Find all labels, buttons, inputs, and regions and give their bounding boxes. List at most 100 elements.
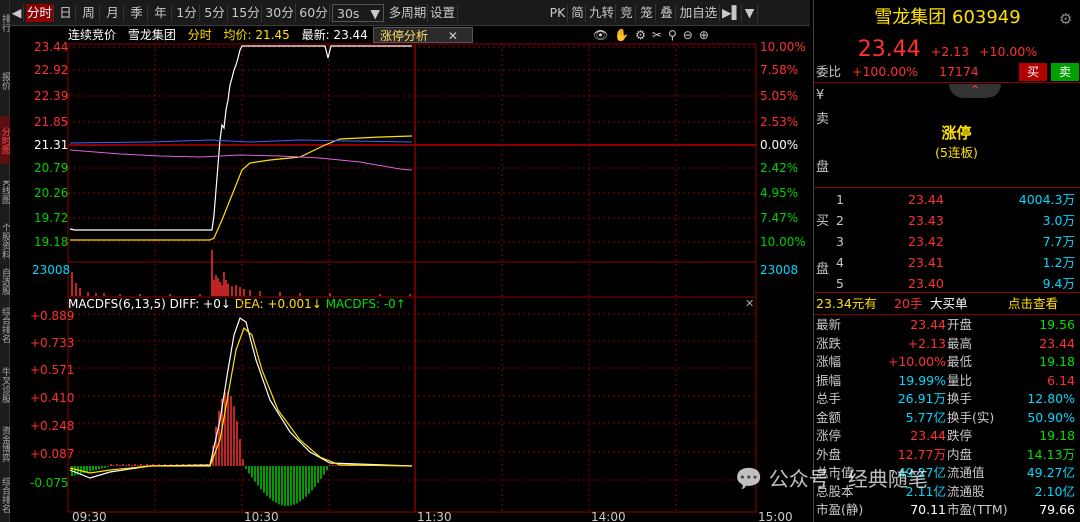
stat-row: 涨幅 +10.00% 最低 19.18 — [814, 353, 1080, 371]
stat-row: 最新 23.44 开盘 19.56 — [814, 316, 1080, 334]
macd-axis-label: +0.571 — [30, 363, 74, 377]
stat-row: 金额 5.77亿 换手(实) 50.90% — [814, 409, 1080, 427]
stat-value-right: 23.44 — [1039, 335, 1075, 351]
stat-value-left: 5.77亿 — [905, 409, 946, 425]
price-row: 23.44 +2.13 +10.00% — [814, 38, 1080, 62]
bid-price: 23.43 — [908, 213, 944, 228]
stat-row: 市盈(静) 70.11 市盈(TTM) 79.66 — [814, 501, 1080, 519]
bid-price: 23.41 — [908, 255, 944, 270]
stat-label-right: 流通值 — [947, 465, 985, 480]
stock-header: 雪龙集团 603949 — [814, 6, 1080, 30]
macd-axis-label: +0.410 — [30, 391, 74, 405]
bid-row[interactable]: 3 23.42 7.7万 — [814, 233, 1080, 251]
stat-value-right: 49.27亿 — [1026, 465, 1075, 480]
weibi-row: 委比 +100.00% 17174 买 卖 — [814, 63, 1080, 81]
pct-axis-label: 0.00% — [760, 138, 798, 152]
stat-label-right: 开盘 — [947, 317, 973, 332]
bid-volume: 4004.3万 — [1018, 192, 1075, 207]
bid-row[interactable]: 5 23.40 9.4万 — [814, 275, 1080, 293]
watermark: 💬 公众号 · 经典随笔 — [735, 462, 928, 496]
stock-name: 雪龙集团 — [874, 7, 947, 28]
stock-code: 603949 — [952, 7, 1021, 28]
big-order-row: 23.34元有 20手 大买单 点击查看 — [814, 295, 1080, 313]
bid-level: 4 — [836, 255, 844, 270]
sell-label-1: 卖 — [816, 112, 830, 127]
price-axis-label: 23.44 — [34, 40, 68, 54]
time-axis-label: 15:00 — [758, 510, 793, 522]
stat-label-right: 换手 — [947, 391, 973, 406]
stat-value-left: +10.00% — [887, 354, 946, 369]
stat-label-left: 市盈(静) — [816, 502, 864, 517]
price-axis-label: 21.31 — [34, 138, 68, 152]
index-line-pink — [69, 149, 413, 171]
stat-label-left: 金额 — [816, 409, 842, 425]
stat-label-right: 跌停 — [947, 428, 973, 443]
big-order-type: 大买单 — [930, 296, 968, 311]
pct-axis-label: 4.95% — [760, 186, 798, 200]
sell-label-yen: ¥ — [816, 88, 825, 103]
limit-up-text: 涨停 — [941, 124, 972, 142]
stat-label-right: 最低 — [947, 354, 973, 369]
bid-price: 23.44 — [908, 192, 944, 207]
stat-value-right: 6.14 — [1047, 372, 1075, 388]
stat-label-left: 涨幅 — [816, 354, 842, 369]
stat-value-right: 50.90% — [1027, 409, 1075, 425]
stat-row: 涨停 23.44 跌停 19.18 — [814, 427, 1080, 445]
stat-label-right: 量比 — [947, 372, 973, 388]
pct-axis-label: 10.00% — [760, 40, 806, 54]
bid-row[interactable]: 4 23.41 1.2万 — [814, 254, 1080, 272]
stat-value-right: 19.18 — [1039, 354, 1075, 369]
stat-row: 总手 26.91万 换手 12.80% — [814, 390, 1080, 408]
bid-row[interactable]: 2 23.43 3.0万 — [814, 212, 1080, 230]
time-axis-label: 14:00 — [591, 510, 626, 522]
index-line-blue — [69, 139, 413, 144]
buy-button[interactable]: 买 — [1019, 63, 1047, 81]
quote-panel: 雪龙集团 603949 ⚙ 23.44 +2.13 +10.00% 委比 +10… — [813, 0, 1080, 522]
macd-axis-label: +0.087 — [30, 447, 74, 461]
bid-level: 2 — [836, 213, 844, 228]
stat-value-left: 26.91万 — [897, 391, 946, 406]
macd-axis-label: -0.075 — [30, 476, 69, 490]
sell-button[interactable]: 卖 — [1051, 63, 1079, 81]
stat-label-left: 振幅 — [816, 372, 842, 388]
stat-label-right: 最高 — [947, 335, 973, 351]
consecutive-limit-text: (5连板) — [935, 145, 978, 160]
macd-diff-line — [69, 317, 413, 479]
pct-axis-label: 2.42% — [760, 161, 798, 175]
sell-side-label: ¥ 卖 盘 — [816, 84, 832, 180]
time-axis-label: 11:30 — [417, 510, 452, 522]
macd-pane-frame — [67, 296, 757, 513]
price-axis-label: 22.39 — [34, 89, 68, 103]
sell-label-2: 盘 — [816, 160, 830, 175]
bid-level: 3 — [836, 234, 844, 249]
stat-value-right: 2.10亿 — [1034, 483, 1075, 499]
gear-icon[interactable]: ⚙ — [1059, 10, 1072, 28]
macd-axis-label: +0.889 — [30, 309, 74, 323]
stat-value-right: 19.56 — [1039, 317, 1075, 332]
chevron-up-icon[interactable]: ⌃ — [949, 84, 1001, 98]
bid-volume: 7.7万 — [1042, 234, 1075, 249]
stat-label-right: 市盈(TTM) — [947, 502, 1008, 517]
sell-orders-area: ⌃ 涨停 (5连板) — [834, 84, 1079, 186]
time-axis-label: 10:30 — [244, 510, 279, 522]
bid-level: 5 — [836, 276, 844, 291]
pct-axis-label: 5.05% — [760, 89, 798, 103]
pct-axis-label: 7.58% — [760, 63, 798, 77]
pct-axis-label: 7.47% — [760, 211, 798, 225]
price-change-pct: +10.00% — [979, 44, 1038, 59]
intraday-chart[interactable]: 23.44 22.92 22.39 21.85 21.31 20.79 20.26 19.72… — [0, 0, 812, 522]
stat-row: 振幅 19.99% 量比 6.14 — [814, 372, 1080, 390]
watermark-text: 公众号 · 经典随笔 — [768, 467, 928, 491]
current-price: 23.44 — [857, 37, 921, 62]
weibi-value: +100.00% — [852, 64, 919, 79]
stat-label-right: 换手(实) — [947, 409, 995, 425]
stat-value-left: 19.99% — [898, 372, 946, 388]
bid-level: 1 — [836, 192, 844, 207]
stat-label-left: 涨跌 — [816, 335, 842, 351]
bid-row[interactable]: 1 23.44 4004.3万 — [814, 191, 1080, 209]
avg-price-line — [70, 135, 413, 241]
stat-label-left: 外盘 — [816, 446, 842, 462]
pct-axis-label: 10.00% — [760, 235, 806, 249]
stat-value-right: 14.13万 — [1026, 446, 1075, 462]
big-order-link[interactable]: 点击查看 — [1008, 295, 1058, 313]
